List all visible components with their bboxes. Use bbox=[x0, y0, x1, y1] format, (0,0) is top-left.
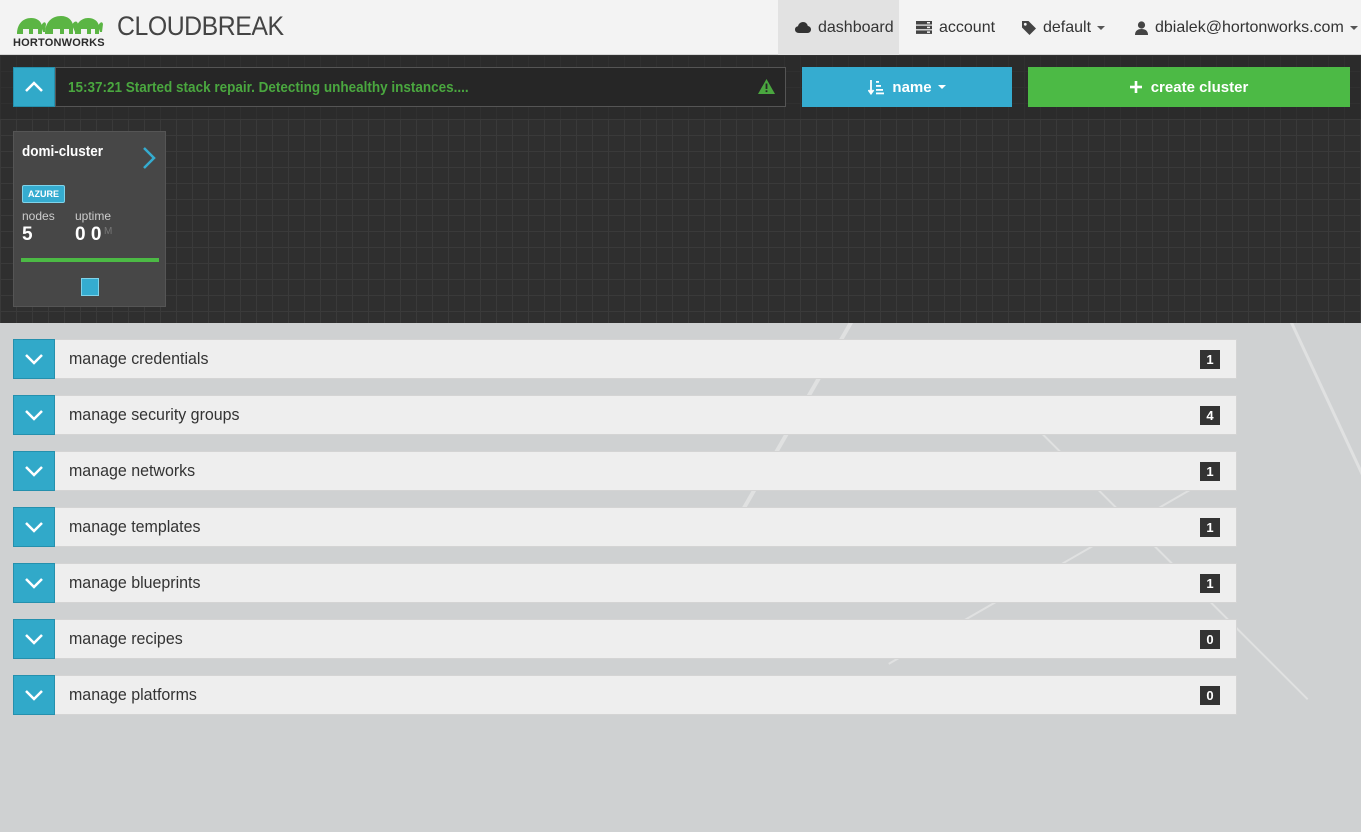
user-icon bbox=[1135, 20, 1148, 35]
logo-wordmark: HORTONWORKS bbox=[13, 37, 105, 49]
chevron-down-icon bbox=[25, 466, 43, 477]
item-count-badge: 4 bbox=[1200, 406, 1220, 425]
cloud-icon bbox=[795, 21, 811, 34]
tag-icon bbox=[1022, 20, 1036, 35]
chevron-down-icon bbox=[937, 85, 946, 89]
chevron-down-icon bbox=[1349, 25, 1358, 30]
manage-recipes-panel[interactable]: manage recipes 0 bbox=[13, 619, 1237, 659]
chevron-down-icon bbox=[25, 690, 43, 701]
provider-badge: AZURE bbox=[22, 185, 65, 203]
create-cluster-button[interactable]: create cluster bbox=[1028, 67, 1350, 107]
sort-icon bbox=[868, 80, 885, 95]
manage-networks-panel[interactable]: manage networks 1 bbox=[13, 451, 1237, 491]
cluster-status-indicator[interactable] bbox=[81, 278, 99, 296]
panel-title: manage credentials bbox=[69, 349, 209, 368]
app-title: CLOUDBREAK bbox=[117, 11, 284, 41]
cluster-health-fill bbox=[21, 258, 159, 262]
cluster-name: domi-cluster bbox=[22, 143, 104, 160]
expand-panel-button[interactable] bbox=[13, 563, 55, 603]
item-count-badge: 0 bbox=[1200, 630, 1220, 649]
expand-panel-button[interactable] bbox=[13, 451, 55, 491]
uptime-unit: M bbox=[104, 226, 113, 237]
server-icon bbox=[916, 21, 932, 34]
nav-default-label: default bbox=[1043, 18, 1092, 36]
manage-blueprints-panel[interactable]: manage blueprints 1 bbox=[13, 563, 1237, 603]
chevron-down-icon bbox=[25, 354, 43, 365]
chevron-down-icon bbox=[1097, 25, 1106, 30]
create-cluster-label: create cluster bbox=[1150, 78, 1249, 96]
nodes-value: 5 bbox=[22, 224, 33, 245]
panel-title: manage platforms bbox=[69, 685, 197, 704]
top-navbar: HORTONWORKS CLOUDBREAK dashboard account… bbox=[0, 0, 1361, 55]
expand-panel-button[interactable] bbox=[13, 675, 55, 715]
item-count-badge: 0 bbox=[1200, 686, 1220, 705]
item-count-badge: 1 bbox=[1200, 462, 1220, 481]
panel-title: manage recipes bbox=[69, 629, 183, 648]
background-streak bbox=[1290, 323, 1361, 595]
item-count-badge: 1 bbox=[1200, 518, 1220, 537]
nav-user-label: dbialek@hortonworks.com bbox=[1155, 18, 1344, 36]
nav-account[interactable]: account bbox=[916, 0, 995, 55]
panel-title: manage templates bbox=[69, 517, 201, 536]
hortonworks-logo[interactable]: HORTONWORKS bbox=[13, 12, 107, 49]
plus-icon bbox=[1129, 81, 1142, 93]
nav-default-dropdown[interactable]: default bbox=[1022, 0, 1106, 55]
nav-user-dropdown[interactable]: dbialek@hortonworks.com bbox=[1135, 0, 1358, 55]
chevron-down-icon bbox=[25, 410, 43, 421]
chevron-down-icon bbox=[25, 522, 43, 533]
warning-icon[interactable] bbox=[758, 79, 775, 94]
uptime-value: 0 0 bbox=[75, 224, 102, 245]
sort-by-dropdown[interactable]: name bbox=[802, 67, 1012, 107]
uptime-label: uptime bbox=[75, 209, 112, 223]
manage-credentials-panel[interactable]: manage credentials 1 bbox=[13, 339, 1237, 379]
item-count-badge: 1 bbox=[1200, 574, 1220, 593]
nav-dashboard-label: dashboard bbox=[818, 18, 894, 36]
manage-templates-panel[interactable]: manage templates 1 bbox=[13, 507, 1237, 547]
nav-dashboard[interactable]: dashboard bbox=[778, 0, 899, 55]
sort-label: name bbox=[892, 78, 932, 96]
status-message-bar: 15:37:21 Started stack repair. Detecting… bbox=[55, 67, 786, 107]
manage-platforms-panel[interactable]: manage platforms 0 bbox=[13, 675, 1237, 715]
chevron-up-icon bbox=[25, 81, 43, 92]
panel-title: manage networks bbox=[69, 461, 196, 480]
chevron-down-icon bbox=[25, 578, 43, 589]
elephant-logo-icon bbox=[17, 16, 103, 34]
panel-title: manage blueprints bbox=[69, 573, 201, 592]
expand-panel-button[interactable] bbox=[13, 395, 55, 435]
expand-panel-button[interactable] bbox=[13, 507, 55, 547]
cluster-health-bar bbox=[21, 258, 159, 262]
nav-account-label: account bbox=[939, 18, 996, 36]
manage-security-groups-panel[interactable]: manage security groups 4 bbox=[13, 395, 1237, 435]
expand-panel-button[interactable] bbox=[13, 619, 55, 659]
cluster-card[interactable]: domi-cluster AZURE nodes uptime 5 M 0 0 bbox=[13, 131, 166, 307]
status-message: 15:37:21 Started stack repair. Detecting… bbox=[68, 78, 469, 96]
nodes-label: nodes bbox=[22, 209, 55, 223]
expand-panel-button[interactable] bbox=[13, 339, 55, 379]
item-count-badge: 1 bbox=[1200, 350, 1220, 369]
chevron-down-icon bbox=[25, 634, 43, 645]
chevron-right-icon[interactable] bbox=[142, 146, 156, 170]
panel-title: manage security groups bbox=[69, 405, 240, 424]
collapse-clusters-button[interactable] bbox=[13, 67, 55, 107]
